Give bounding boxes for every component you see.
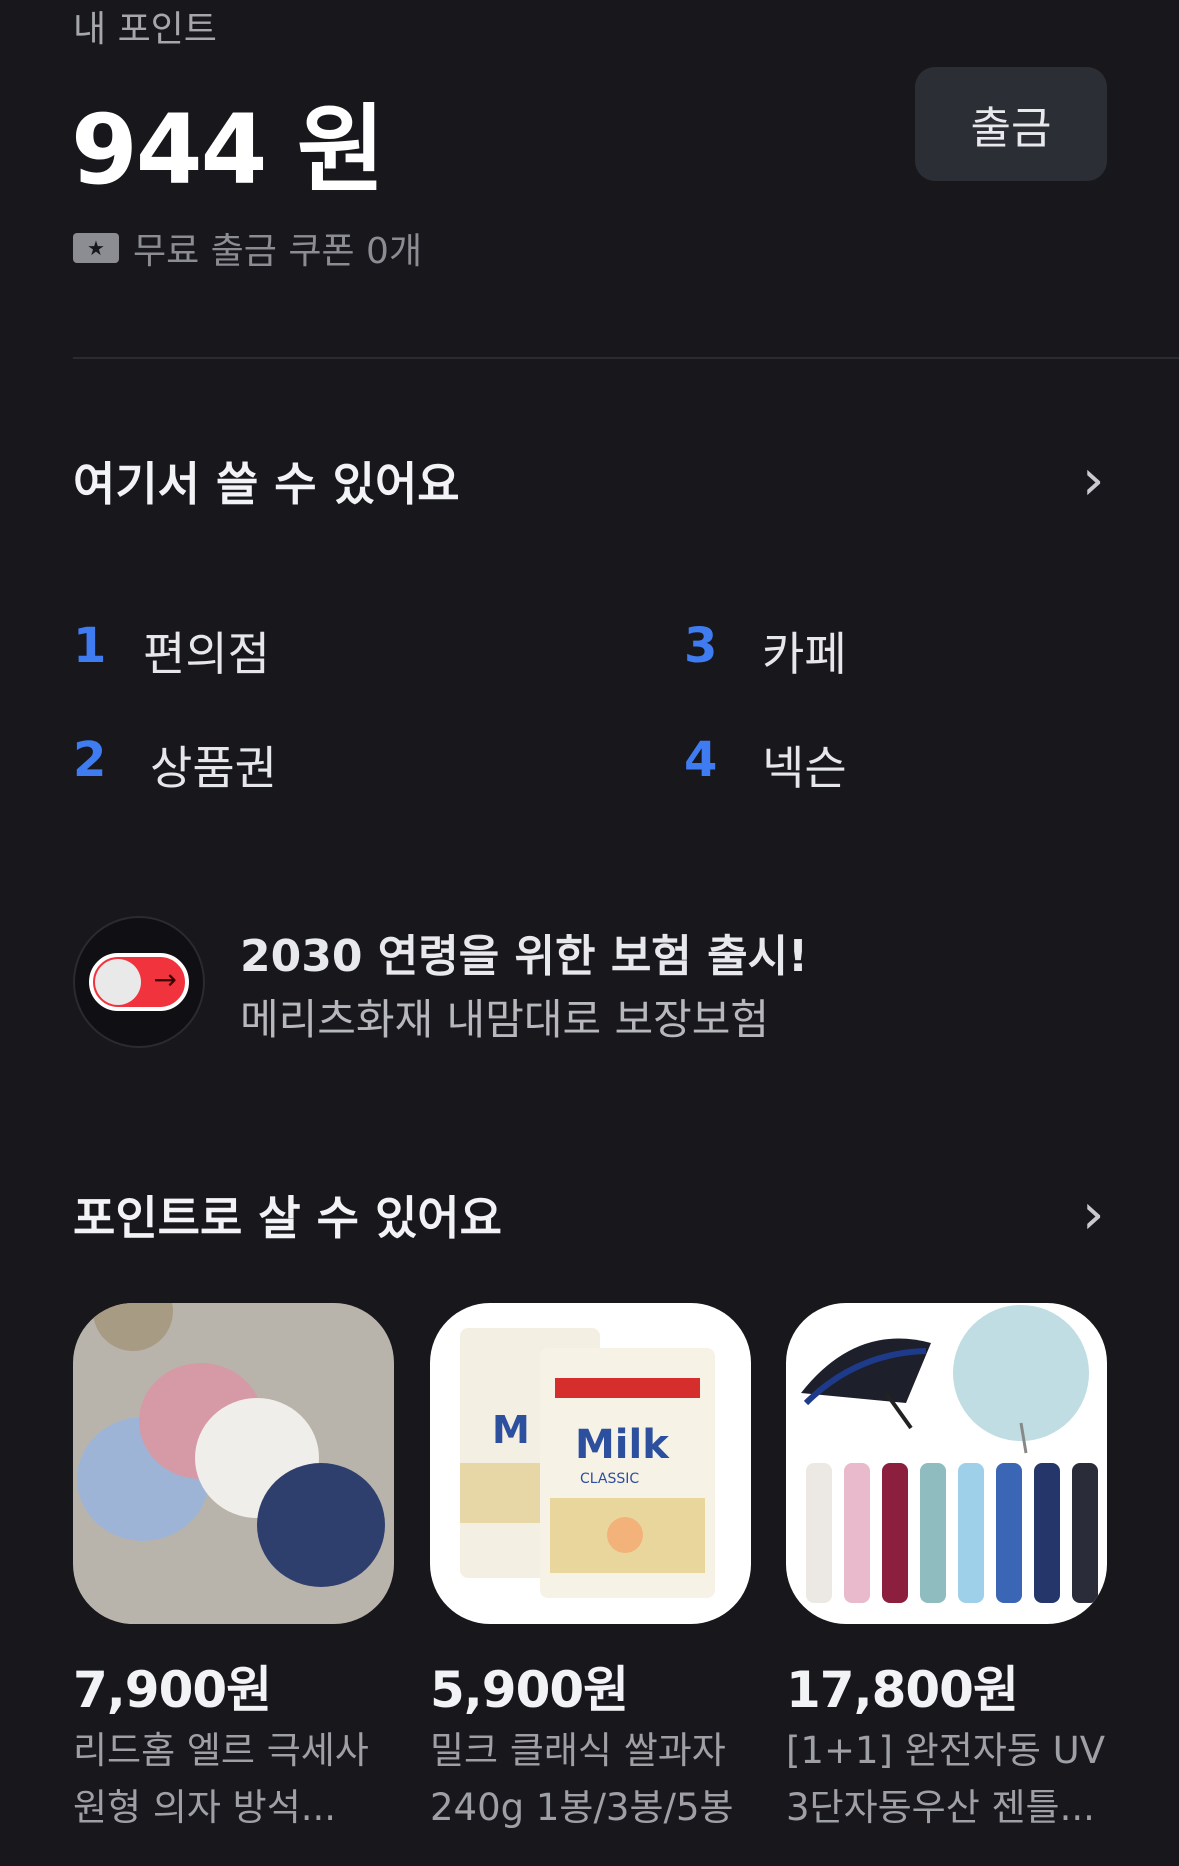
product-price: 7,900원: [73, 1661, 272, 1719]
chevron-right-icon[interactable]: ›: [1082, 1182, 1104, 1247]
rank-number: 4: [684, 732, 718, 788]
promo-subtitle[interactable]: 메리츠화재 내맘대로 보장보험: [240, 986, 769, 1047]
coupon-label: 무료 출금 쿠폰 0개: [133, 231, 423, 272]
divider: [73, 357, 1179, 359]
ticket-icon: ★: [73, 233, 119, 263]
product-brand-sub: CLASSIC: [580, 1471, 639, 1487]
toggle-icon: →: [89, 953, 189, 1011]
shop-section-title[interactable]: 포인트로 살 수 있어요: [73, 1182, 502, 1248]
product-name[interactable]: 밀크 클래식 쌀과자 240g 1봉/3봉/5봉: [430, 1722, 760, 1836]
points-balance: 944 원: [71, 94, 385, 206]
ranking-item-3[interactable]: 3: [684, 618, 717, 674]
rank-number: 2: [73, 732, 107, 788]
ranking-label[interactable]: 넥슨: [762, 732, 847, 798]
free-withdraw-coupon[interactable]: ★ 무료 출금 쿠폰 0개: [73, 222, 422, 274]
promo-title[interactable]: 2030 연령을 위한 보험 출시!: [240, 920, 808, 984]
ranking-label[interactable]: 상품권: [150, 732, 277, 798]
page-title: 내 포인트: [73, 9, 217, 50]
usable-section-title[interactable]: 여기서 쓸 수 있어요: [73, 448, 460, 514]
promo-banner-icon[interactable]: →: [73, 916, 205, 1048]
rank-number: 1: [73, 618, 107, 674]
product-image-rice-snack[interactable]: M Milk CLASSIC: [430, 1303, 751, 1624]
chevron-right-icon[interactable]: ›: [1082, 448, 1104, 513]
product-brand-clipped: M: [492, 1408, 530, 1452]
product-price: 5,900원: [430, 1661, 629, 1719]
ranking-item-2[interactable]: 2: [73, 732, 106, 788]
product-brand: Milk: [575, 1422, 670, 1468]
product-image-cushion[interactable]: [73, 1303, 394, 1624]
product-name[interactable]: 리드홈 엘르 극세사 원형 의자 방석...: [73, 1722, 403, 1836]
ranking-label[interactable]: 편의점: [143, 618, 270, 684]
product-image-umbrella[interactable]: [786, 1303, 1107, 1624]
withdraw-button[interactable]: 출금: [915, 67, 1107, 181]
rank-number: 3: [684, 618, 718, 674]
ranking-item-4[interactable]: 4: [684, 732, 717, 788]
product-price: 17,800원: [786, 1661, 1019, 1719]
ranking-item-1[interactable]: 1: [73, 618, 106, 674]
ranking-label[interactable]: 카페: [762, 618, 847, 684]
product-name[interactable]: [1+1] 완전자동 UV 3단자동우산 젠틀...: [786, 1722, 1116, 1836]
